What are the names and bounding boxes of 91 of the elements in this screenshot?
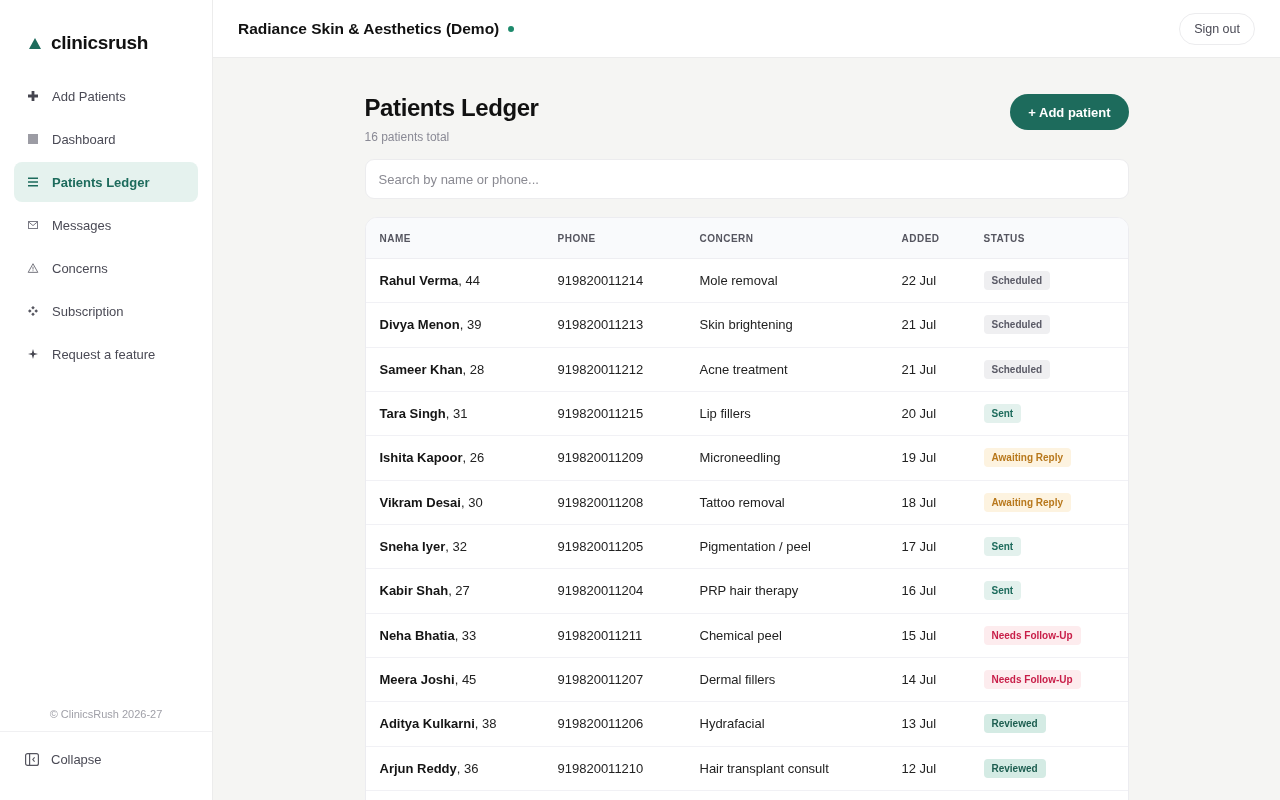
concern-cell: Hydrafacial <box>699 716 765 732</box>
phone-cell: 919820011208 <box>557 494 644 510</box>
date-cell: 19 Jul <box>901 450 937 466</box>
status-tag: Awaiting Reply <box>983 448 1071 468</box>
status-tag: Reviewed <box>983 758 1046 778</box>
name-cell: Divya Menon, 39 <box>379 317 482 333</box>
date-cell: 22 Jul <box>901 273 937 289</box>
name-cell: Aditya Kulkarni, 38 <box>379 716 497 732</box>
status-tag: Scheduled <box>983 315 1051 335</box>
warning-icon <box>27 263 39 273</box>
phone-cell: 919820011212 <box>557 361 644 377</box>
date-cell: 14 Jul <box>901 672 937 688</box>
name-cell: Kabir Shah, 27 <box>379 583 470 599</box>
date-cell: 15 Jul <box>901 627 937 643</box>
date-cell: 21 Jul <box>901 361 937 377</box>
column-header: CONCERN <box>699 232 754 244</box>
collapse-button[interactable]: Collapse <box>14 739 102 779</box>
concern-cell: Chemical peel <box>699 627 782 643</box>
column-header: PHONE <box>557 232 596 244</box>
name-cell: Vikram Desai, 30 <box>379 494 483 510</box>
phone-cell: 919820011211 <box>557 627 643 643</box>
concern-cell: PRP hair therapy <box>699 583 799 599</box>
name-cell: Meera Joshi, 45 <box>379 672 477 688</box>
page-title: Patients Ledger <box>364 94 539 122</box>
name-cell: Neha Bhatia, 33 <box>379 627 477 643</box>
clinic-name: Radiance Skin & Aesthetics (Demo) <box>238 19 500 38</box>
copyright-text: © ClinicsRush 2026-27 <box>48 708 164 722</box>
plus-icon <box>28 91 38 101</box>
phone-cell: 919820011214 <box>557 273 644 289</box>
column-header: NAME <box>379 232 411 244</box>
add-patient-button[interactable]: + Add patient <box>1010 94 1129 130</box>
name-cell: Sneha Iyer, 32 <box>379 539 467 555</box>
phone-cell: 919820011209 <box>557 450 644 466</box>
concern-cell: Tattoo removal <box>699 494 785 510</box>
status-dot-icon <box>508 25 515 32</box>
status-tag: Sent <box>983 581 1022 601</box>
date-cell: 20 Jul <box>901 406 937 422</box>
name-cell: Rahul Verma, 44 <box>379 273 480 289</box>
date-cell: 13 Jul <box>901 716 937 732</box>
status-tag: Sent <box>983 404 1022 424</box>
phone-cell: 919820011205 <box>557 539 644 555</box>
phone-cell: 919820011206 <box>557 716 644 732</box>
diamonds-icon <box>28 306 38 316</box>
column-header: STATUS <box>983 232 1025 244</box>
name-cell: Arjun Reddy, 36 <box>379 760 479 776</box>
name-cell: Tara Singh, 31 <box>379 406 468 422</box>
status-tag: Awaiting Reply <box>983 492 1071 512</box>
name-cell: Ishita Kapoor, 26 <box>379 450 485 466</box>
list-icon <box>28 177 38 187</box>
concern-cell: Acne treatment <box>699 361 788 377</box>
triangle-logo-icon <box>29 37 41 49</box>
concern-cell: Dermal fillers <box>699 672 776 688</box>
status-tag: Scheduled <box>983 359 1051 379</box>
status-tag: Sent <box>983 537 1022 557</box>
envelope-icon <box>28 221 38 229</box>
phone-cell: 919820011213 <box>557 317 644 333</box>
status-tag: Reviewed <box>983 714 1046 734</box>
phone-cell: 919820011204 <box>557 583 644 599</box>
sidebar-item[interactable]: Messages <box>14 205 198 245</box>
date-cell: 18 Jul <box>901 494 937 510</box>
sidebar-item[interactable]: Subscription <box>14 291 198 331</box>
concern-cell: Microneedling <box>699 450 781 466</box>
collapse-panel-icon <box>25 752 39 766</box>
name-cell: Sameer Khan, 28 <box>379 361 485 377</box>
phone-cell: 919820011215 <box>557 406 644 422</box>
date-cell: 16 Jul <box>901 583 937 599</box>
patient-count: 16 patients total <box>364 130 451 144</box>
column-header: ADDED <box>901 232 940 244</box>
sidebar-item[interactable]: Add Patients <box>14 76 198 116</box>
date-cell: 12 Jul <box>901 760 937 776</box>
status-tag: Needs Follow-Up <box>983 670 1081 690</box>
sidebar-item[interactable]: Request a feature <box>14 334 198 374</box>
sign-out-button[interactable]: Sign out <box>1179 12 1255 45</box>
date-cell: 21 Jul <box>901 317 937 333</box>
concern-cell: Mole removal <box>699 273 778 289</box>
concern-cell: Pigmentation / peel <box>699 539 811 555</box>
search-field[interactable]: Search by name or phone... <box>364 159 1129 199</box>
logo-text: clinicsrush <box>51 32 149 54</box>
concern-cell: Hair transplant consult <box>699 760 829 776</box>
sidebar-item[interactable]: Dashboard <box>14 119 198 159</box>
date-cell: 17 Jul <box>901 539 937 555</box>
status-tag: Scheduled <box>983 271 1051 291</box>
concern-cell: Lip fillers <box>699 406 751 422</box>
concern-cell: Skin brightening <box>699 317 793 333</box>
sidebar-item[interactable]: Patients Ledger <box>14 162 198 202</box>
square-icon <box>28 134 38 144</box>
phone-cell: 919820011210 <box>557 760 644 776</box>
status-tag: Needs Follow-Up <box>983 625 1081 645</box>
sparkle-icon <box>28 349 38 359</box>
sidebar-item[interactable]: Concerns <box>14 248 198 288</box>
phone-cell: 919820011207 <box>557 672 644 688</box>
